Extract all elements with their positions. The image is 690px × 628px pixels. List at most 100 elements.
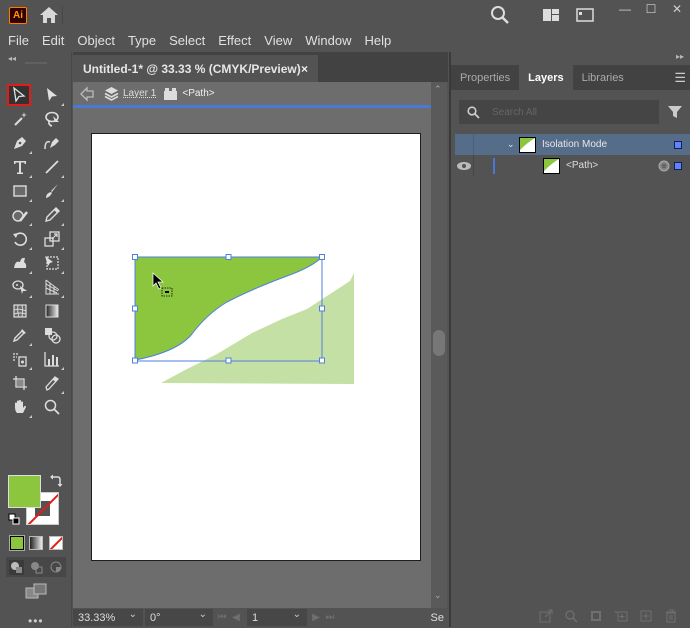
menu-object[interactable]: Object	[77, 33, 115, 48]
menu-select[interactable]: Select	[169, 33, 205, 48]
selection-indicator[interactable]	[674, 161, 682, 170]
eyedropper-tool[interactable]	[8, 324, 32, 346]
menu-file[interactable]: File	[8, 33, 29, 48]
locate-object-icon[interactable]	[564, 609, 578, 623]
zoom-tool[interactable]	[40, 396, 64, 418]
breadcrumb-path[interactable]: <Path>	[182, 88, 214, 99]
default-fill-stroke-icon[interactable]	[8, 513, 20, 525]
magic-wand-tool[interactable]	[8, 108, 32, 130]
curvature-tool[interactable]	[40, 132, 64, 154]
swap-fill-stroke-icon[interactable]	[49, 474, 63, 488]
first-artboard-icon[interactable]: ⏮	[215, 612, 229, 623]
panel-menu-icon[interactable]: ☰	[674, 70, 686, 86]
zoom-level-select[interactable]: 33.33% ⌄	[73, 609, 143, 626]
layer-name-isolation-mode[interactable]: Isolation Mode	[542, 139, 674, 150]
screen-mode-icon[interactable]	[25, 583, 48, 600]
maximize-button[interactable]: ☐	[640, 0, 662, 20]
rectangle-tool[interactable]	[8, 180, 32, 202]
minimize-button[interactable]: —	[614, 0, 636, 20]
tab-libraries[interactable]: Libraries	[573, 65, 633, 90]
collapse-panel-button[interactable]: ▸▸	[676, 52, 684, 61]
mesh-tool[interactable]	[8, 300, 32, 322]
symbol-sprayer-tool[interactable]	[8, 348, 32, 370]
menu-type[interactable]: Type	[128, 33, 156, 48]
draw-behind-icon[interactable]	[29, 560, 44, 575]
edit-toolbar-button[interactable]: •••	[28, 614, 44, 628]
slice-tool[interactable]	[40, 372, 64, 394]
selection-indicator[interactable]	[674, 140, 682, 149]
gradient-tool[interactable]	[40, 300, 64, 322]
create-new-layer-icon[interactable]	[639, 609, 653, 623]
column-graph-tool[interactable]	[40, 348, 64, 370]
scroll-up-icon[interactable]: ⌃	[434, 84, 442, 95]
tab-layers[interactable]: Layers	[519, 65, 573, 90]
layer-row-isolation-mode[interactable]: ⌄ Isolation Mode	[455, 134, 690, 155]
make-clipping-mask-icon[interactable]	[589, 609, 603, 623]
rotate-tool[interactable]	[8, 228, 32, 250]
lasso-tool[interactable]	[40, 108, 64, 130]
scroll-down-icon[interactable]: ⌄	[434, 590, 442, 601]
blend-tool[interactable]	[40, 324, 64, 346]
draw-inside-icon[interactable]	[49, 560, 64, 575]
line-segment-tool[interactable]	[40, 156, 64, 178]
export-icon[interactable]	[539, 609, 553, 623]
eye-visibility-icon[interactable]	[455, 160, 473, 172]
filter-icon[interactable]	[667, 104, 683, 120]
layer-name-path[interactable]: <Path>	[566, 160, 658, 171]
status-overflow-text[interactable]: Se	[431, 612, 444, 624]
layers-search-input[interactable]: Search All	[459, 100, 659, 124]
puppet-warp-tool[interactable]	[8, 252, 32, 274]
layer-row-path[interactable]: <Path>	[455, 155, 690, 176]
canvas-area[interactable]	[73, 108, 431, 608]
next-artboard-icon[interactable]: ▶	[309, 612, 323, 623]
collapse-toolbar-button[interactable]: ◂◂	[8, 54, 16, 63]
color-mode-button[interactable]	[9, 535, 25, 551]
none-mode-button[interactable]	[49, 536, 63, 550]
draw-normal-icon[interactable]	[9, 560, 24, 575]
lock-column[interactable]	[473, 155, 493, 176]
menu-window[interactable]: Window	[305, 33, 351, 48]
artboard-number-select[interactable]: 1 ⌄	[247, 609, 307, 626]
paintbrush-tool[interactable]	[40, 180, 64, 202]
pen-tool[interactable]	[8, 132, 32, 154]
home-icon[interactable]	[38, 5, 60, 25]
artboard[interactable]	[91, 133, 421, 561]
scrollbar-thumb[interactable]	[433, 330, 445, 356]
tab-properties[interactable]: Properties	[451, 65, 519, 90]
shaper-tool[interactable]	[8, 204, 32, 226]
expand-chevron-icon[interactable]: ⌄	[507, 139, 519, 150]
scale-tool[interactable]	[40, 228, 64, 250]
vertical-scrollbar[interactable]: ⌃ ⌄	[431, 82, 447, 608]
selection-tool[interactable]	[7, 84, 31, 106]
search-icon[interactable]	[489, 4, 511, 26]
rotation-select[interactable]: 0° ⌄	[145, 609, 213, 626]
direct-selection-tool[interactable]	[40, 84, 64, 106]
perspective-grid-tool[interactable]	[40, 276, 64, 298]
last-artboard-icon[interactable]: ⏭	[323, 612, 337, 623]
eraser-tool[interactable]	[40, 204, 64, 226]
free-transform-tool[interactable]	[40, 252, 64, 274]
shape-builder-tool[interactable]	[8, 276, 32, 298]
hand-tool[interactable]	[8, 396, 32, 418]
workspace-icon[interactable]	[574, 4, 596, 26]
trash-icon[interactable]	[664, 609, 678, 623]
create-sublayer-icon[interactable]	[614, 609, 628, 623]
fill-color-swatch[interactable]	[8, 475, 41, 508]
close-document-button[interactable]: ×	[301, 62, 308, 76]
type-tool[interactable]	[8, 156, 32, 178]
menu-view[interactable]: View	[264, 33, 292, 48]
document-tab[interactable]: Untitled-1* @ 33.33 % (CMYK/Preview) ×	[73, 55, 318, 82]
previous-artboard-icon[interactable]: ◀	[229, 612, 243, 623]
toolbar-grip[interactable]	[25, 62, 47, 64]
close-window-button[interactable]: ✕	[666, 0, 688, 20]
breadcrumb-layer[interactable]: Layer 1	[123, 88, 156, 99]
arrange-documents-icon[interactable]	[540, 4, 562, 26]
menu-edit[interactable]: Edit	[42, 33, 64, 48]
menu-effect[interactable]: Effect	[218, 33, 251, 48]
target-appearance-icon[interactable]	[658, 160, 670, 172]
artboard-tool[interactable]	[8, 372, 32, 394]
exit-isolation-back-icon[interactable]	[79, 85, 95, 102]
gradient-mode-button[interactable]	[29, 536, 43, 550]
menu-help[interactable]: Help	[364, 33, 391, 48]
artwork[interactable]	[92, 134, 422, 562]
